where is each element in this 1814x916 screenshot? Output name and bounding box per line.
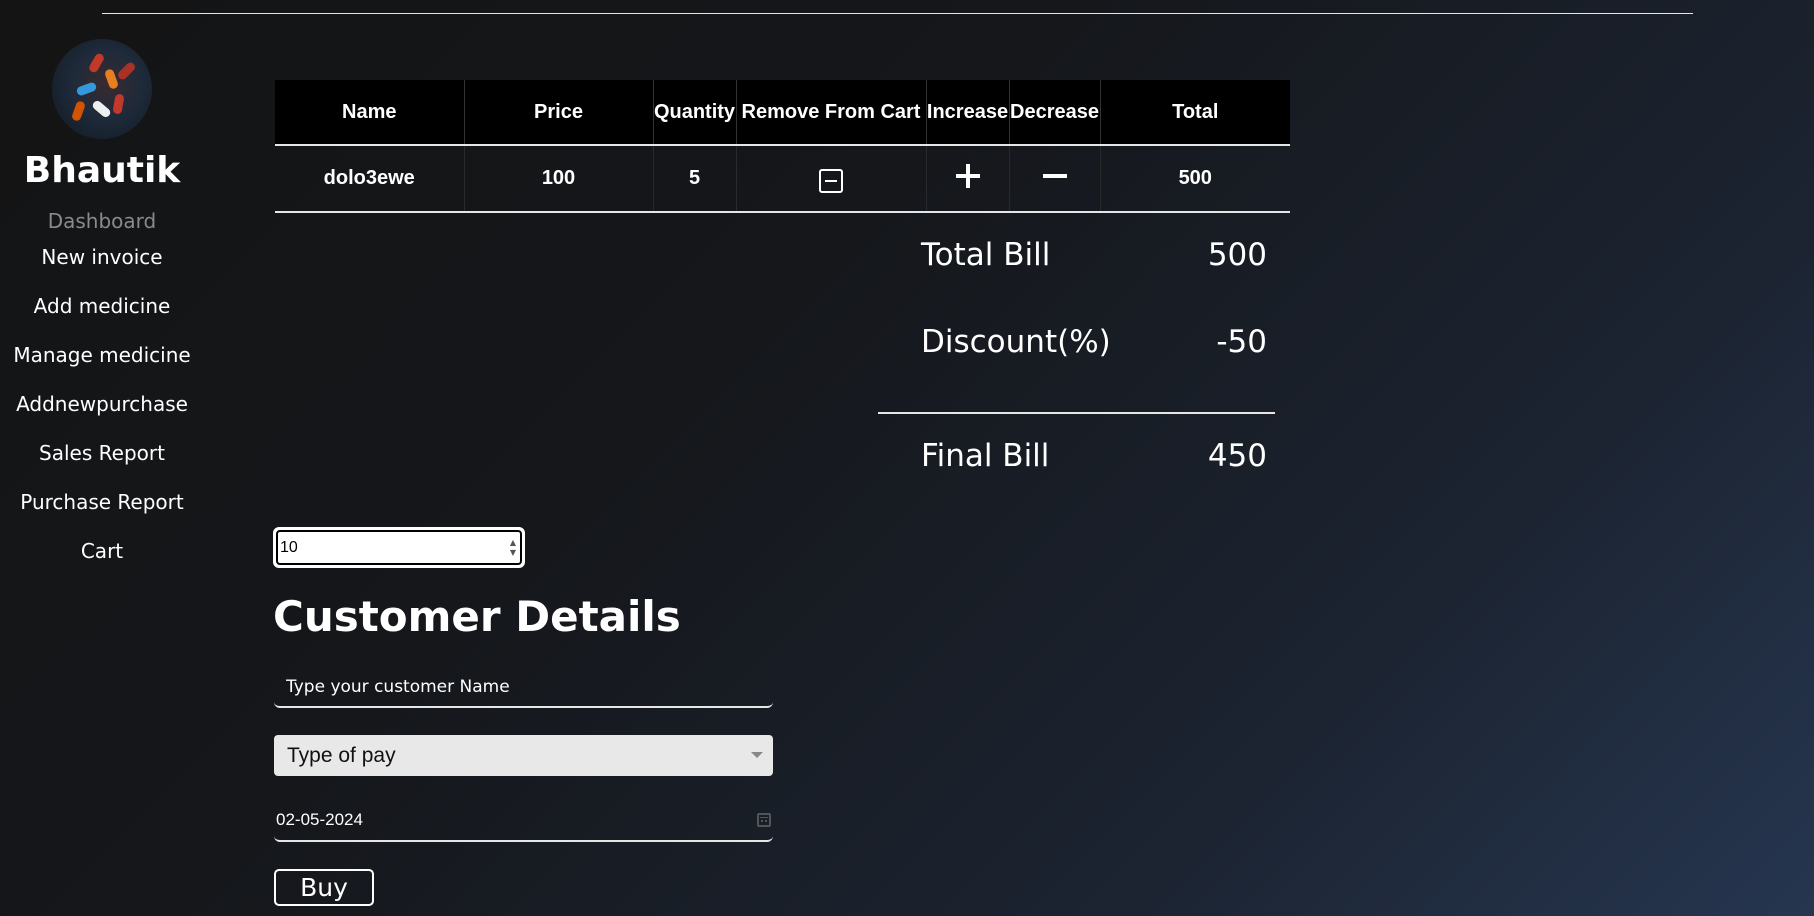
header-name: Name xyxy=(275,80,465,146)
sidebar-item-addnewpurchase[interactable]: Addnewpurchase xyxy=(0,392,204,416)
header-remove-from-cart: Remove From Cart xyxy=(736,80,927,146)
header-total: Total xyxy=(1100,80,1290,146)
minus-square-icon xyxy=(819,168,843,193)
number-spinner-icon[interactable]: ▲ ▼ xyxy=(510,538,516,558)
customer-details-title: Customer Details xyxy=(273,592,681,641)
payment-type-selected: Type of pay xyxy=(287,743,396,767)
total-bill-value: 500 xyxy=(1207,237,1267,273)
customer-name-input[interactable] xyxy=(274,668,773,708)
cart-table: Name Price Quantity Remove From Cart Inc… xyxy=(275,80,1290,213)
avatar xyxy=(52,39,152,139)
date-input[interactable]: 02-05-2024 xyxy=(274,800,773,842)
final-bill-value: 450 xyxy=(1207,438,1267,474)
header-decrease: Decrease xyxy=(1009,80,1101,146)
brand-name: Bhautik xyxy=(23,150,181,191)
sidebar-item-cart[interactable]: Cart xyxy=(0,539,204,563)
cell-name: dolo3ewe xyxy=(275,145,465,213)
table-row: dolo3ewe 100 5 500 xyxy=(275,145,1290,213)
table-header-row: Name Price Quantity Remove From Cart Inc… xyxy=(275,80,1290,146)
remove-from-cart-button[interactable] xyxy=(819,168,843,193)
top-divider xyxy=(102,13,1693,14)
sidebar-item-manage-medicine[interactable]: Manage medicine xyxy=(0,343,204,367)
minus-icon xyxy=(1042,173,1067,178)
sidebar-item-sales-report[interactable]: Sales Report xyxy=(0,441,204,465)
sidebar-item-new-invoice[interactable]: New invoice xyxy=(0,245,204,269)
sidebar-item-add-medicine[interactable]: Add medicine xyxy=(0,294,204,318)
calendar-icon[interactable] xyxy=(757,813,771,827)
header-increase: Increase xyxy=(926,80,1010,146)
chevron-down-icon xyxy=(751,752,763,758)
cell-decrease xyxy=(1009,145,1101,213)
header-quantity: Quantity xyxy=(653,80,737,146)
cell-quantity: 5 xyxy=(653,145,737,213)
buy-button[interactable]: Buy xyxy=(274,869,374,906)
sidebar-item-dashboard[interactable]: Dashboard xyxy=(0,209,204,233)
cell-total: 500 xyxy=(1100,145,1290,213)
cell-price: 100 xyxy=(464,145,654,213)
total-bill-label: Total Bill xyxy=(921,237,1051,273)
date-value: 02-05-2024 xyxy=(276,810,363,829)
discount-input-wrapper: ▲▼ xyxy=(273,527,525,568)
increase-quantity-button[interactable] xyxy=(954,162,982,190)
discount-value: -50 xyxy=(1216,324,1267,360)
cell-increase xyxy=(926,145,1010,213)
final-bill-label: Final Bill xyxy=(921,438,1050,474)
plus-icon xyxy=(955,163,980,188)
bill-divider xyxy=(878,412,1275,414)
header-price: Price xyxy=(464,80,654,146)
discount-label: Discount(%) xyxy=(921,324,1111,360)
discount-input-box: ▲▼ xyxy=(276,530,522,565)
decrease-quantity-button[interactable] xyxy=(1041,162,1069,190)
payment-type-select[interactable]: Type of pay xyxy=(274,735,773,776)
discount-input[interactable] xyxy=(278,538,482,557)
cell-remove xyxy=(736,145,927,213)
sidebar-item-purchase-report[interactable]: Purchase Report xyxy=(0,490,204,514)
